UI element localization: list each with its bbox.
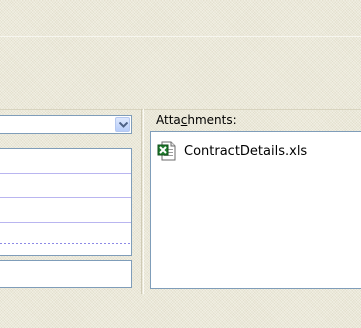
attachment-item[interactable]: ContractDetails.xls [157, 141, 307, 161]
attachments-list[interactable]: ContractDetails.xls [150, 131, 361, 289]
excel-file-icon [157, 141, 176, 161]
list-row-divider [0, 243, 131, 244]
panel-splitter[interactable] [141, 109, 142, 294]
items-listbox[interactable] [0, 148, 132, 256]
list-row-divider [0, 222, 131, 223]
bottom-text-field[interactable] [0, 260, 132, 288]
chevron-down-icon [119, 122, 128, 128]
panel-splitter-highlight [143, 109, 144, 294]
list-row-divider [0, 197, 131, 198]
dropdown-button[interactable] [115, 117, 130, 132]
list-row-divider [0, 173, 131, 174]
attachment-filename: ContractDetails.xls [184, 143, 308, 159]
header-divider [0, 36, 361, 37]
attachments-label: Attachments: [156, 113, 237, 127]
category-dropdown[interactable] [0, 115, 132, 134]
